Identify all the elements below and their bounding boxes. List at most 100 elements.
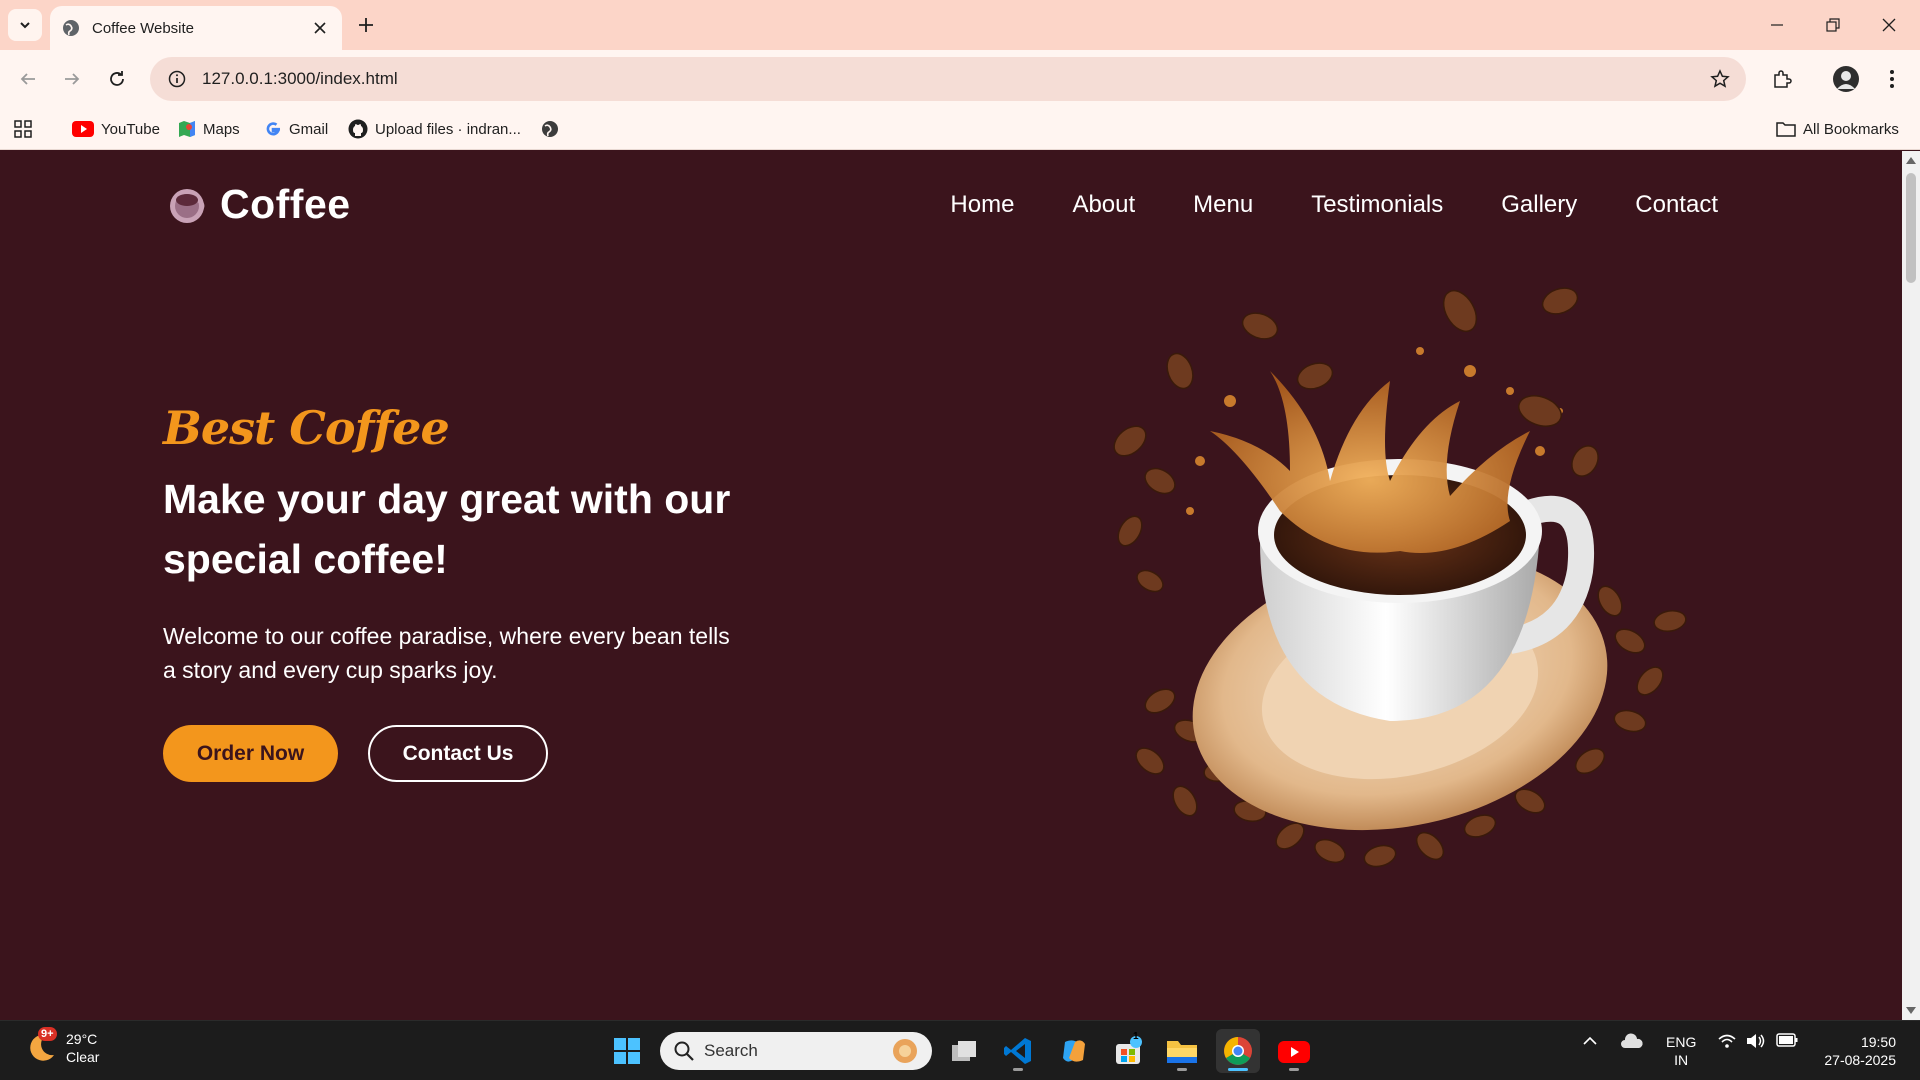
bookmark-globe[interactable] bbox=[541, 116, 566, 142]
weather-condition: Clear bbox=[66, 1049, 100, 1065]
close-icon bbox=[1882, 18, 1896, 32]
bookmark-youtube[interactable]: YouTube bbox=[72, 116, 160, 142]
speaker-icon bbox=[1747, 1034, 1765, 1048]
chevron-up-icon bbox=[1583, 1036, 1597, 1045]
wifi-icon bbox=[1718, 1034, 1736, 1048]
logo-text: Coffee bbox=[220, 181, 351, 227]
maps-icon bbox=[178, 120, 196, 138]
taskbar-store[interactable]: 1 bbox=[1106, 1029, 1150, 1073]
tab-search-button[interactable] bbox=[8, 9, 42, 41]
coffee-cup-image bbox=[1113, 287, 1687, 868]
nav-about[interactable]: About bbox=[1072, 191, 1135, 219]
search-placeholder: Search bbox=[704, 1041, 758, 1060]
new-tab-button[interactable] bbox=[352, 11, 380, 39]
arrow-left-icon bbox=[20, 73, 35, 85]
puzzle-icon bbox=[1774, 70, 1792, 88]
minimize-button[interactable] bbox=[1760, 8, 1794, 42]
main-nav: Home About Menu Testimonials Gallery Con… bbox=[950, 191, 1718, 219]
language-indicator[interactable]: ENG IN bbox=[1666, 1033, 1696, 1069]
apps-button[interactable] bbox=[14, 116, 32, 142]
scrollbar-thumb[interactable] bbox=[1906, 173, 1916, 283]
scroll-down-icon[interactable] bbox=[1906, 1006, 1916, 1016]
hero-heading: Make your day great with our special cof… bbox=[163, 476, 731, 582]
bookmark-github[interactable]: Upload files · indran... bbox=[348, 116, 521, 142]
youtube-icon bbox=[1278, 1041, 1310, 1063]
chrome-icon bbox=[1224, 1037, 1252, 1065]
volume-tray[interactable] bbox=[1746, 1033, 1766, 1052]
scroll-up-icon[interactable] bbox=[1906, 155, 1916, 165]
cloud-icon bbox=[1621, 1033, 1643, 1048]
more-vertical-icon bbox=[1890, 70, 1894, 88]
all-bookmarks-button[interactable]: All Bookmarks bbox=[1776, 116, 1899, 142]
nav-testimonials[interactable]: Testimonials bbox=[1311, 191, 1443, 219]
wifi-tray[interactable] bbox=[1718, 1033, 1736, 1052]
search-icon bbox=[674, 1041, 694, 1061]
browser-menu-button[interactable] bbox=[1876, 63, 1908, 95]
bookmark-maps[interactable]: Maps bbox=[178, 116, 240, 142]
google-icon bbox=[264, 120, 282, 138]
windows-icon bbox=[614, 1038, 640, 1064]
url-text[interactable]: 127.0.0.1:3000/index.html bbox=[202, 69, 1704, 89]
order-now-button[interactable]: Order Now bbox=[163, 725, 338, 782]
profile-avatar[interactable] bbox=[1830, 63, 1862, 95]
taskbar-chrome[interactable] bbox=[1216, 1029, 1260, 1073]
bookmarks-bar: YouTube Maps Gmail Upload files · indran… bbox=[0, 108, 1920, 150]
start-button[interactable] bbox=[605, 1029, 649, 1073]
close-window-button[interactable] bbox=[1872, 8, 1906, 42]
chevron-down-icon bbox=[20, 22, 30, 29]
task-view-icon bbox=[952, 1041, 976, 1061]
hero-buttons: Order Now Contact Us bbox=[163, 725, 843, 782]
onedrive-tray[interactable] bbox=[1620, 1033, 1644, 1052]
plus-icon bbox=[359, 18, 373, 32]
hero-section: Best Coffee Make your day great with our… bbox=[163, 401, 843, 782]
extensions-button[interactable] bbox=[1766, 63, 1798, 95]
vscode-icon bbox=[1004, 1038, 1031, 1064]
page-scrollbar[interactable] bbox=[1902, 151, 1920, 1020]
nav-menu[interactable]: Menu bbox=[1193, 191, 1253, 219]
contact-us-button[interactable]: Contact Us bbox=[368, 725, 548, 782]
tab-title: Coffee Website bbox=[92, 19, 195, 37]
taskbar-copilot[interactable] bbox=[1052, 1029, 1096, 1073]
forward-button[interactable] bbox=[56, 63, 88, 95]
taskbar-vscode[interactable] bbox=[996, 1029, 1040, 1073]
site-logo[interactable]: Coffee bbox=[168, 181, 351, 228]
coffee-website: Coffee Home About Menu Testimonials Gall… bbox=[0, 151, 1902, 1020]
windows-taskbar: 9+ 29°C Clear Search 1 ENG IN 19:50 27-0… bbox=[0, 1020, 1920, 1080]
minimize-icon bbox=[1771, 24, 1783, 26]
reload-icon bbox=[110, 71, 124, 86]
nav-gallery[interactable]: Gallery bbox=[1501, 191, 1577, 219]
show-hidden-icons[interactable] bbox=[1582, 1033, 1598, 1052]
apps-grid-icon bbox=[14, 120, 32, 138]
globe-icon bbox=[541, 120, 559, 138]
close-tab-icon[interactable] bbox=[310, 18, 330, 38]
copilot-icon bbox=[1063, 1040, 1085, 1062]
folder-icon bbox=[1776, 121, 1796, 137]
nav-home[interactable]: Home bbox=[950, 191, 1014, 219]
taskbar-youtube[interactable] bbox=[1272, 1029, 1316, 1073]
nav-contact[interactable]: Contact bbox=[1635, 191, 1718, 219]
tab-strip: Coffee Website bbox=[0, 0, 1920, 50]
bookmark-star-icon[interactable] bbox=[1704, 63, 1736, 95]
reload-button[interactable] bbox=[101, 63, 133, 95]
taskbar-search[interactable]: Search bbox=[660, 1032, 932, 1070]
globe-icon bbox=[63, 20, 79, 36]
battery-icon bbox=[1776, 1033, 1798, 1047]
browser-tab[interactable]: Coffee Website bbox=[50, 6, 342, 50]
weather-widget[interactable]: 9+ 29°C Clear bbox=[24, 1027, 100, 1066]
temperature: 29°C bbox=[66, 1031, 98, 1047]
site-info-icon[interactable] bbox=[164, 66, 190, 92]
system-clock[interactable]: 19:50 27-08-2025 bbox=[1824, 1033, 1896, 1069]
hero-description: Welcome to our coffee paradise, where ev… bbox=[163, 623, 730, 683]
bookmark-gmail[interactable]: Gmail bbox=[264, 116, 328, 142]
battery-tray[interactable] bbox=[1776, 1033, 1798, 1050]
back-button[interactable] bbox=[12, 63, 44, 95]
hero-subtitle: Best Coffee bbox=[163, 401, 450, 455]
restore-button[interactable] bbox=[1816, 8, 1850, 42]
taskbar-file-explorer[interactable] bbox=[1160, 1029, 1204, 1073]
restore-icon bbox=[1826, 18, 1840, 32]
weather-badge: 9+ bbox=[38, 1027, 57, 1041]
moon-icon: 9+ bbox=[24, 1027, 58, 1065]
taskbar-task-view[interactable] bbox=[942, 1029, 986, 1073]
avatar-icon bbox=[1833, 66, 1859, 92]
address-bar[interactable]: 127.0.0.1:3000/index.html bbox=[150, 57, 1746, 101]
